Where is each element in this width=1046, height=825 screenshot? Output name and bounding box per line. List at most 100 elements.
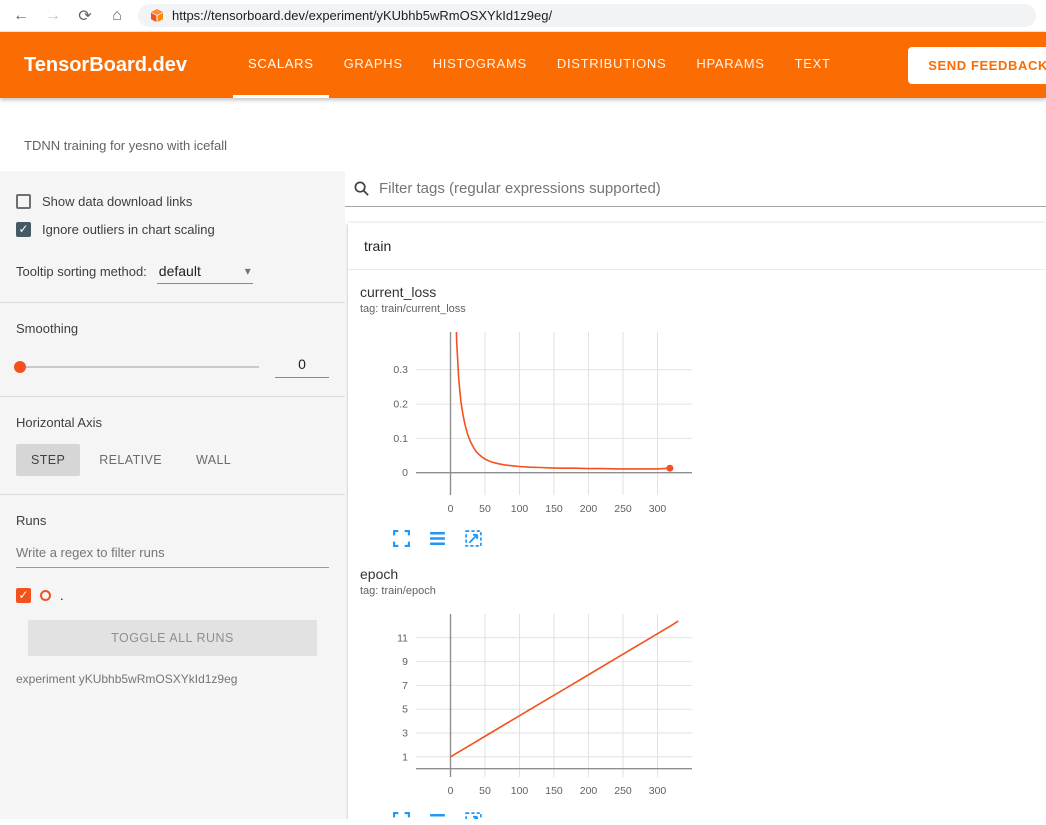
tab-text[interactable]: TEXT	[780, 32, 846, 98]
divider	[0, 494, 345, 495]
svg-text:50: 50	[479, 785, 491, 797]
home-icon[interactable]: ⌂	[106, 7, 128, 25]
horizontal-axis-buttons: STEP RELATIVE WALL	[16, 444, 329, 476]
horizontal-axis-label: Horizontal Axis	[16, 415, 329, 430]
run-row[interactable]: ✓ .	[16, 584, 329, 606]
chart-title: current_loss	[360, 284, 705, 300]
data-lines-icon[interactable]	[428, 529, 447, 548]
chart-card-epoch: epoch tag: train/epoch 1 3 5 7 9 11 0 50 100 150 2…	[360, 566, 705, 819]
svg-text:250: 250	[614, 785, 632, 797]
tab-scalars[interactable]: SCALARS	[233, 32, 329, 98]
tab-histograms[interactable]: HISTOGRAMS	[418, 32, 542, 98]
chart-tag: tag: train/epoch	[360, 585, 705, 597]
axis-wall-button[interactable]: WALL	[181, 444, 246, 476]
svg-text:0.1: 0.1	[393, 433, 408, 445]
tab-hparams[interactable]: HPARAMS	[681, 32, 779, 98]
svg-text:0.2: 0.2	[393, 399, 408, 411]
send-feedback-button[interactable]: SEND FEEDBACK	[908, 47, 1046, 84]
tooltip-sorting-row: Tooltip sorting method: default ▾	[16, 261, 329, 284]
refresh-icon[interactable]: ⟳	[74, 6, 96, 26]
run-checkbox[interactable]: ✓	[16, 588, 31, 603]
show-download-links-row[interactable]: Show data download links	[16, 187, 329, 215]
svg-text:100: 100	[511, 503, 529, 515]
charts-grid: current_loss tag: train/current_loss 0 0.…	[348, 270, 1046, 819]
fullscreen-icon[interactable]	[392, 529, 411, 548]
divider	[0, 396, 345, 397]
svg-text:0.3: 0.3	[393, 364, 408, 376]
ignore-outliers-label: Ignore outliers in chart scaling	[42, 222, 215, 237]
ignore-outliers-checkbox[interactable]: ✓	[16, 222, 31, 237]
settings-sidebar: Show data download links ✓ Ignore outlie…	[0, 171, 345, 819]
tag-filter-row	[345, 171, 1046, 207]
svg-text:1: 1	[402, 751, 408, 763]
fit-domain-icon[interactable]	[464, 529, 483, 548]
smoothing-value: 0	[275, 356, 329, 378]
search-icon	[353, 180, 370, 197]
address-bar[interactable]: https://tensorboard.dev/experiment/yKUbh…	[138, 4, 1036, 27]
chart-title: epoch	[360, 566, 705, 582]
svg-text:300: 300	[649, 503, 667, 515]
svg-text:11: 11	[397, 632, 408, 644]
scalars-main: train current_loss tag: train/current_lo…	[345, 171, 1046, 819]
svg-text:300: 300	[649, 785, 667, 797]
chart-toolbar	[360, 811, 705, 819]
tab-distributions[interactable]: DISTRIBUTIONS	[542, 32, 682, 98]
tooltip-sorting-select[interactable]: default ▾	[157, 261, 253, 284]
run-name: .	[60, 588, 64, 603]
tooltip-sorting-value: default	[159, 263, 201, 279]
forward-icon[interactable]: →	[42, 7, 64, 25]
svg-text:200: 200	[580, 785, 598, 797]
svg-text:0: 0	[402, 467, 408, 479]
toggle-all-runs-button[interactable]: TOGGLE ALL RUNS	[28, 620, 317, 656]
line-chart[interactable]: 0 0.1 0.2 0.3 0 50 100 150 200 250 300	[360, 327, 698, 525]
smoothing-slider-thumb[interactable]	[14, 361, 26, 373]
content: Show data download links ✓ Ignore outlie…	[0, 171, 1046, 819]
show-download-links-label: Show data download links	[42, 194, 192, 209]
smoothing-slider-row: 0	[16, 356, 329, 378]
svg-text:150: 150	[545, 785, 563, 797]
data-lines-icon[interactable]	[428, 811, 447, 819]
chevron-down-icon: ▾	[245, 264, 251, 278]
group-title-train[interactable]: train	[348, 223, 1046, 270]
runs-filter-input[interactable]	[16, 538, 329, 568]
tab-graphs[interactable]: GRAPHS	[329, 32, 418, 98]
divider	[0, 302, 345, 303]
chart-toolbar	[360, 529, 705, 548]
brand-title[interactable]: TensorBoard.dev	[24, 32, 187, 98]
axis-relative-button[interactable]: RELATIVE	[84, 444, 177, 476]
tooltip-sorting-label: Tooltip sorting method:	[16, 264, 147, 279]
svg-text:3: 3	[402, 728, 408, 740]
tag-filter-input[interactable]	[379, 180, 1046, 197]
fullscreen-icon[interactable]	[392, 811, 411, 819]
svg-text:0: 0	[448, 785, 454, 797]
svg-text:200: 200	[580, 503, 598, 515]
main-nav: SCALARS GRAPHS HISTOGRAMS DISTRIBUTIONS …	[233, 32, 846, 98]
axis-step-button[interactable]: STEP	[16, 444, 80, 476]
svg-text:9: 9	[402, 656, 408, 668]
svg-text:5: 5	[402, 704, 408, 716]
back-icon[interactable]: ←	[10, 7, 32, 25]
smoothing-label: Smoothing	[16, 321, 329, 336]
app-header: TensorBoard.dev SCALARS GRAPHS HISTOGRAM…	[0, 32, 1046, 98]
svg-text:50: 50	[479, 503, 491, 515]
fit-domain-icon[interactable]	[464, 811, 483, 819]
svg-text:0: 0	[448, 503, 454, 515]
browser-toolbar: ← → ⟳ ⌂ https://tensorboard.dev/experime…	[0, 0, 1046, 32]
chart-tag: tag: train/current_loss	[360, 303, 705, 315]
smoothing-slider[interactable]	[16, 366, 259, 368]
svg-text:250: 250	[614, 503, 632, 515]
ignore-outliers-row[interactable]: ✓ Ignore outliers in chart scaling	[16, 215, 329, 243]
line-chart[interactable]: 1 3 5 7 9 11 0 50 100 150 200 250 300	[360, 609, 698, 807]
run-color-swatch	[40, 590, 51, 601]
site-icon	[150, 9, 164, 23]
svg-text:7: 7	[402, 680, 408, 692]
show-download-links-checkbox[interactable]	[16, 194, 31, 209]
runs-label: Runs	[16, 513, 329, 528]
train-group-card: train current_loss tag: train/current_lo…	[348, 223, 1046, 819]
chart-card-current-loss: current_loss tag: train/current_loss 0 0.…	[360, 284, 705, 548]
experiment-id-note: experiment yKUbhb5wRmOSXYkId1z9eg	[16, 672, 329, 686]
experiment-subtitle: TDNN training for yesno with icefall	[0, 98, 1046, 171]
svg-text:100: 100	[511, 785, 529, 797]
svg-text:150: 150	[545, 503, 563, 515]
url-text: https://tensorboard.dev/experiment/yKUbh…	[172, 8, 552, 23]
